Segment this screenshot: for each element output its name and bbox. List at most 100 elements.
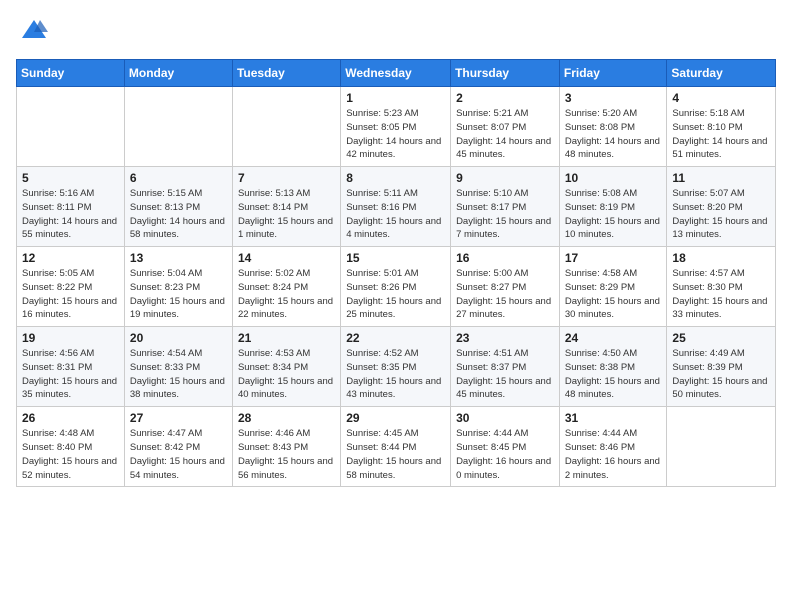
calendar-cell: 27 Sunrise: 4:47 AMSunset: 8:42 PMDayligh… <box>124 407 232 487</box>
calendar-cell: 6 Sunrise: 5:15 AMSunset: 8:13 PMDaylight… <box>124 167 232 247</box>
day-number: 3 <box>565 91 662 105</box>
calendar-cell: 13Sunrise: 5:04 AMSunset: 8:23 PMDayligh… <box>124 247 232 327</box>
day-info: Sunrise: 4:58 AMSunset: 8:29 PMDaylight:… <box>565 267 662 322</box>
day-number: 21 <box>238 331 335 345</box>
day-info: Sunrise: 5:16 AMSunset: 8:11 PMDaylight:… <box>22 187 119 242</box>
logo-icon <box>20 16 48 44</box>
calendar-cell: 3 Sunrise: 5:20 AMSunset: 8:08 PMDaylight… <box>559 87 667 167</box>
calendar-cell: 28 Sunrise: 4:46 AMSunset: 8:43 PMDayligh… <box>232 407 340 487</box>
day-number: 2 <box>456 91 554 105</box>
calendar-cell: 29Sunrise: 4:45 AMSunset: 8:44 PMDayligh… <box>341 407 451 487</box>
day-info: Sunrise: 5:20 AMSunset: 8:08 PMDaylight:… <box>565 107 662 162</box>
calendar-body: 1 Sunrise: 5:23 AMSunset: 8:05 PMDaylight… <box>17 87 776 487</box>
calendar-cell <box>17 87 125 167</box>
calendar-day-header: Friday <box>559 60 667 87</box>
calendar-cell: 31Sunrise: 4:44 AMSunset: 8:46 PMDayligh… <box>559 407 667 487</box>
day-info: Sunrise: 4:57 AMSunset: 8:30 PMDaylight:… <box>672 267 770 322</box>
calendar-cell: 17Sunrise: 4:58 AMSunset: 8:29 PMDayligh… <box>559 247 667 327</box>
day-info: Sunrise: 4:47 AMSunset: 8:42 PMDaylight:… <box>130 427 227 482</box>
day-info: Sunrise: 4:54 AMSunset: 8:33 PMDaylight:… <box>130 347 227 402</box>
day-info: Sunrise: 5:01 AMSunset: 8:26 PMDaylight:… <box>346 267 445 322</box>
day-info: Sunrise: 4:52 AMSunset: 8:35 PMDaylight:… <box>346 347 445 402</box>
day-info: Sunrise: 5:00 AMSunset: 8:27 PMDaylight:… <box>456 267 554 322</box>
calendar-day-header: Wednesday <box>341 60 451 87</box>
calendar-week-row: 19 Sunrise: 4:56 AMSunset: 8:31 PMDayligh… <box>17 327 776 407</box>
day-info: Sunrise: 5:08 AMSunset: 8:19 PMDaylight:… <box>565 187 662 242</box>
day-info: Sunrise: 5:15 AMSunset: 8:13 PMDaylight:… <box>130 187 227 242</box>
calendar-cell: 14Sunrise: 5:02 AMSunset: 8:24 PMDayligh… <box>232 247 340 327</box>
calendar-table: SundayMondayTuesdayWednesdayThursdayFrid… <box>16 59 776 487</box>
calendar-cell: 1 Sunrise: 5:23 AMSunset: 8:05 PMDaylight… <box>341 87 451 167</box>
day-info: Sunrise: 5:21 AMSunset: 8:07 PMDaylight:… <box>456 107 554 162</box>
calendar-day-header: Tuesday <box>232 60 340 87</box>
calendar-week-row: 12 Sunrise: 5:05 AMSunset: 8:22 PMDayligh… <box>17 247 776 327</box>
day-number: 4 <box>672 91 770 105</box>
day-number: 6 <box>130 171 227 185</box>
day-number: 25 <box>672 331 770 345</box>
calendar-cell: 23 Sunrise: 4:51 AMSunset: 8:37 PMDayligh… <box>451 327 560 407</box>
day-info: Sunrise: 5:13 AMSunset: 8:14 PMDaylight:… <box>238 187 335 242</box>
calendar-cell: 18 Sunrise: 4:57 AMSunset: 8:30 PMDayligh… <box>667 247 776 327</box>
calendar-cell: 19 Sunrise: 4:56 AMSunset: 8:31 PMDayligh… <box>17 327 125 407</box>
calendar-cell: 15Sunrise: 5:01 AMSunset: 8:26 PMDayligh… <box>341 247 451 327</box>
day-info: Sunrise: 4:46 AMSunset: 8:43 PMDaylight:… <box>238 427 335 482</box>
calendar-cell: 7 Sunrise: 5:13 AMSunset: 8:14 PMDaylight… <box>232 167 340 247</box>
day-info: Sunrise: 4:49 AMSunset: 8:39 PMDaylight:… <box>672 347 770 402</box>
day-number: 9 <box>456 171 554 185</box>
day-info: Sunrise: 4:50 AMSunset: 8:38 PMDaylight:… <box>565 347 662 402</box>
day-info: Sunrise: 5:10 AMSunset: 8:17 PMDaylight:… <box>456 187 554 242</box>
calendar-week-row: 5 Sunrise: 5:16 AMSunset: 8:11 PMDaylight… <box>17 167 776 247</box>
calendar-cell <box>232 87 340 167</box>
day-number: 16 <box>456 251 554 265</box>
calendar-cell: 22Sunrise: 4:52 AMSunset: 8:35 PMDayligh… <box>341 327 451 407</box>
day-info: Sunrise: 5:07 AMSunset: 8:20 PMDaylight:… <box>672 187 770 242</box>
day-info: Sunrise: 5:05 AMSunset: 8:22 PMDaylight:… <box>22 267 119 322</box>
day-number: 24 <box>565 331 662 345</box>
day-number: 20 <box>130 331 227 345</box>
calendar-day-header: Thursday <box>451 60 560 87</box>
calendar-cell: 2 Sunrise: 5:21 AMSunset: 8:07 PMDaylight… <box>451 87 560 167</box>
day-info: Sunrise: 5:23 AMSunset: 8:05 PMDaylight:… <box>346 107 445 162</box>
day-info: Sunrise: 5:11 AMSunset: 8:16 PMDaylight:… <box>346 187 445 242</box>
calendar-day-header: Monday <box>124 60 232 87</box>
day-number: 13 <box>130 251 227 265</box>
calendar-header-row: SundayMondayTuesdayWednesdayThursdayFrid… <box>17 60 776 87</box>
calendar-cell: 8Sunrise: 5:11 AMSunset: 8:16 PMDaylight… <box>341 167 451 247</box>
day-number: 30 <box>456 411 554 425</box>
page-header <box>16 16 776 49</box>
calendar-cell: 25 Sunrise: 4:49 AMSunset: 8:39 PMDayligh… <box>667 327 776 407</box>
day-number: 28 <box>238 411 335 425</box>
day-number: 14 <box>238 251 335 265</box>
calendar-cell: 9 Sunrise: 5:10 AMSunset: 8:17 PMDaylight… <box>451 167 560 247</box>
logo <box>16 16 48 49</box>
day-number: 1 <box>346 91 445 105</box>
day-info: Sunrise: 4:56 AMSunset: 8:31 PMDaylight:… <box>22 347 119 402</box>
day-number: 18 <box>672 251 770 265</box>
day-info: Sunrise: 4:53 AMSunset: 8:34 PMDaylight:… <box>238 347 335 402</box>
calendar-cell: 16 Sunrise: 5:00 AMSunset: 8:27 PMDayligh… <box>451 247 560 327</box>
calendar-cell <box>124 87 232 167</box>
day-number: 19 <box>22 331 119 345</box>
day-number: 29 <box>346 411 445 425</box>
day-number: 5 <box>22 171 119 185</box>
day-number: 11 <box>672 171 770 185</box>
day-number: 26 <box>22 411 119 425</box>
calendar-cell: 12 Sunrise: 5:05 AMSunset: 8:22 PMDayligh… <box>17 247 125 327</box>
calendar-cell: 10Sunrise: 5:08 AMSunset: 8:19 PMDayligh… <box>559 167 667 247</box>
day-number: 7 <box>238 171 335 185</box>
calendar-cell: 24 Sunrise: 4:50 AMSunset: 8:38 PMDayligh… <box>559 327 667 407</box>
day-info: Sunrise: 4:44 AMSunset: 8:46 PMDaylight:… <box>565 427 662 482</box>
calendar-week-row: 1 Sunrise: 5:23 AMSunset: 8:05 PMDaylight… <box>17 87 776 167</box>
calendar-cell <box>667 407 776 487</box>
day-number: 12 <box>22 251 119 265</box>
calendar-cell: 20 Sunrise: 4:54 AMSunset: 8:33 PMDayligh… <box>124 327 232 407</box>
day-info: Sunrise: 5:18 AMSunset: 8:10 PMDaylight:… <box>672 107 770 162</box>
calendar-cell: 26Sunrise: 4:48 AMSunset: 8:40 PMDayligh… <box>17 407 125 487</box>
day-info: Sunrise: 4:51 AMSunset: 8:37 PMDaylight:… <box>456 347 554 402</box>
calendar-cell: 11 Sunrise: 5:07 AMSunset: 8:20 PMDayligh… <box>667 167 776 247</box>
day-info: Sunrise: 4:44 AMSunset: 8:45 PMDaylight:… <box>456 427 554 482</box>
calendar-cell: 30 Sunrise: 4:44 AMSunset: 8:45 PMDayligh… <box>451 407 560 487</box>
day-number: 23 <box>456 331 554 345</box>
day-number: 27 <box>130 411 227 425</box>
calendar-cell: 5 Sunrise: 5:16 AMSunset: 8:11 PMDaylight… <box>17 167 125 247</box>
